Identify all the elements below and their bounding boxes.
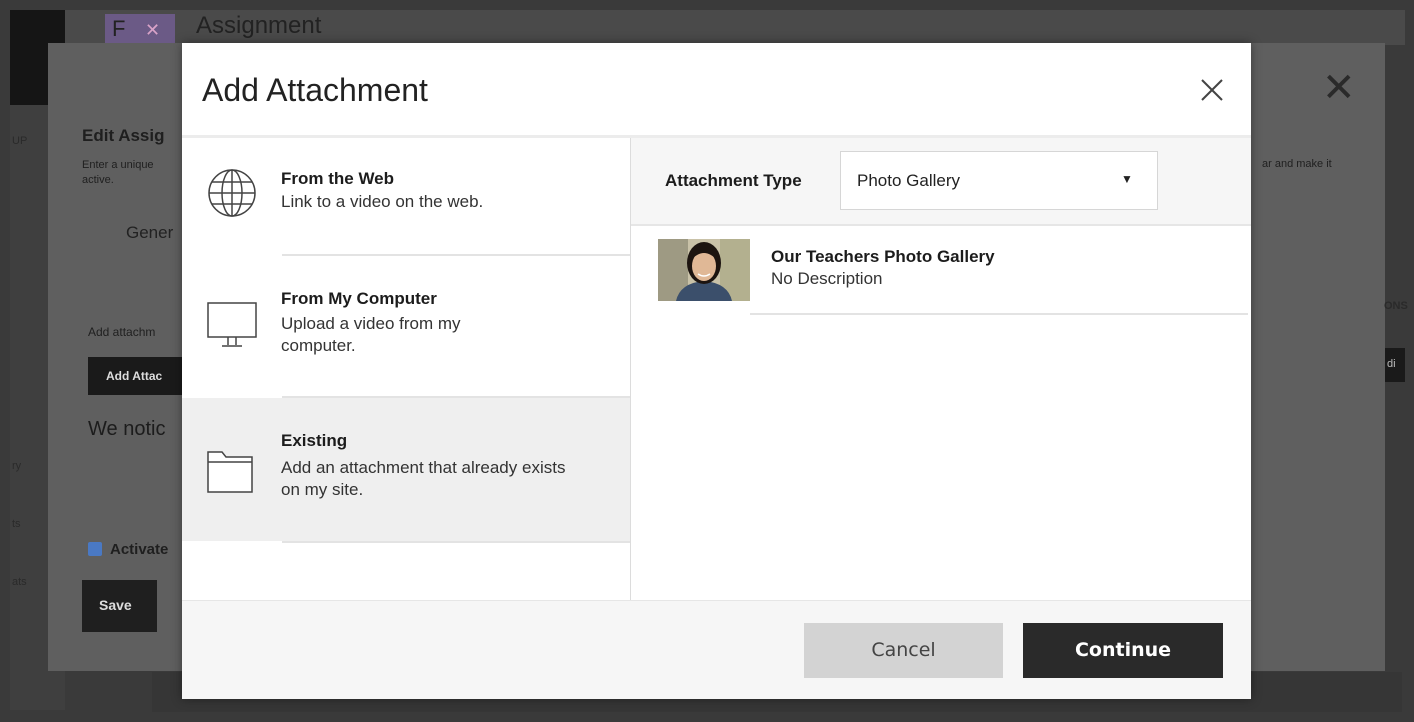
background-right-button: di [1385, 348, 1405, 382]
option-description: Link to a video on the web. [281, 192, 484, 211]
globe-icon [206, 167, 258, 224]
background-logo-text: F [112, 16, 126, 41]
attachment-type-bar: Attachment Type Photo Gallery ▼ [631, 138, 1251, 226]
background-activate-checkbox [88, 542, 102, 556]
gallery-description: No Description [771, 269, 883, 288]
background-right-subtitle: ar and make it [1262, 158, 1332, 170]
option-title: Existing [281, 431, 348, 450]
add-attachment-modal: Add Attachment From the Web Link to a vi… [182, 43, 1251, 699]
background-logo: F ✕ [105, 14, 175, 44]
modal-title: Add Attachment [202, 72, 428, 108]
attachment-type-select[interactable]: Photo Gallery ▼ [840, 151, 1158, 210]
option-description: Upload a video from my computer. [281, 314, 461, 355]
source-options: From the Web Link to a video on the web.… [182, 138, 630, 600]
monitor-icon [206, 301, 258, 358]
option-description: Add an attachment that already exists on… [281, 458, 566, 499]
background-save-button: Save [82, 580, 157, 632]
attachment-type-label: Attachment Type [665, 171, 802, 190]
background-side-label: ry [12, 460, 22, 472]
modal-header: Add Attachment [182, 43, 1251, 137]
attachment-browser: Attachment Type Photo Gallery ▼ Our Teac… [631, 138, 1251, 600]
close-button[interactable] [1195, 73, 1229, 107]
option-title: From My Computer [281, 289, 437, 308]
background-side-label: ts [12, 518, 21, 530]
close-icon [1201, 79, 1223, 101]
background-side-label: UP [12, 135, 28, 147]
background-page-title: Assignment [196, 12, 322, 39]
modal-footer: Cancel Continue [182, 600, 1251, 699]
background-notice-text: We notic [88, 418, 166, 440]
option-from-the-web[interactable]: From the Web Link to a video on the web. [182, 138, 630, 254]
option-existing[interactable]: Existing Add an attachment that already … [182, 398, 630, 541]
background-side-label: ats [12, 576, 27, 588]
option-title: From the Web [281, 169, 395, 188]
gallery-title: Our Teachers Photo Gallery [771, 247, 995, 266]
gallery-thumbnail [658, 239, 750, 301]
background-side-label: di [1387, 358, 1396, 370]
attachment-type-value: Photo Gallery [857, 171, 960, 190]
background-general-tab: Gener [126, 223, 174, 242]
list-item[interactable]: Our Teachers Photo Gallery No Descriptio… [658, 239, 1251, 315]
folder-icon [206, 446, 254, 499]
background-logo-close-icon: ✕ [145, 20, 161, 40]
item-divider [750, 313, 1248, 315]
background-activate-label: Activate [110, 541, 169, 558]
continue-button[interactable]: Continue [1023, 623, 1223, 678]
background-modal-close-icon: ✕ [1322, 66, 1356, 110]
option-from-my-computer[interactable]: From My Computer Upload a video from my … [182, 256, 630, 396]
dropdown-arrow-icon: ▼ [1121, 172, 1133, 186]
background-side-label: ONS [1384, 300, 1408, 312]
background-edit-title: Edit Assig [82, 126, 165, 145]
background-edit-subtitle: Enter a unique active. [82, 159, 154, 186]
background-add-attachment-button: Add Attac [88, 357, 183, 395]
option-divider [282, 541, 630, 543]
background-add-attachment-label: Add attachm [88, 325, 156, 339]
cancel-button[interactable]: Cancel [804, 623, 1003, 678]
